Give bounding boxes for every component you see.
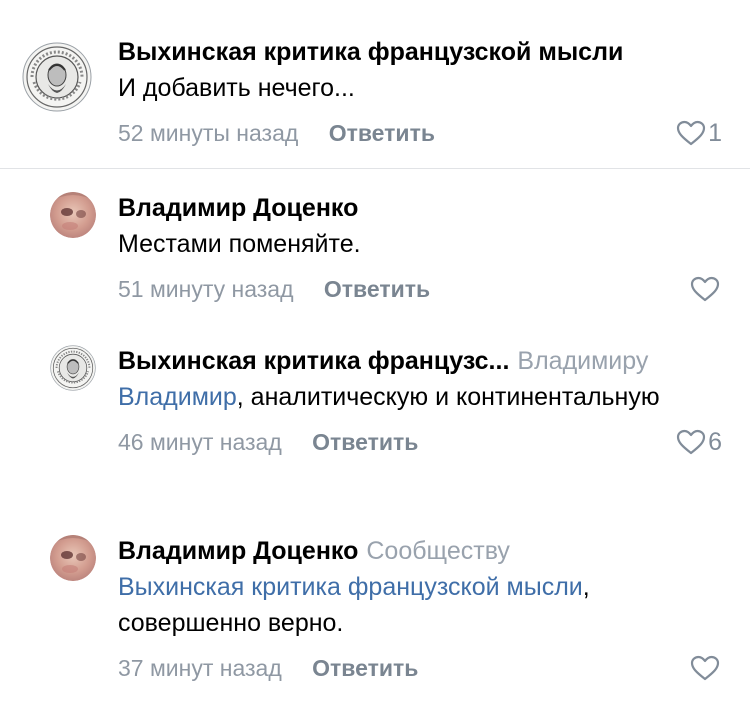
- heart-icon: [690, 655, 720, 681]
- comment-header: Выхинская критика французс... Владимиру: [118, 345, 722, 377]
- comment-text: Местами поменяйте.: [118, 226, 722, 262]
- reply-button[interactable]: Ответить: [312, 429, 418, 455]
- comment-text: Выхинская критика французской мысли, сов…: [118, 569, 722, 641]
- comment-time: 37 минут назад: [118, 655, 282, 681]
- like-button[interactable]: 6: [676, 427, 722, 457]
- comment-text: И добавить нечего...: [118, 70, 722, 106]
- community-avatar[interactable]: [22, 42, 92, 112]
- comment-body: Выхинская критика французской мысли И до…: [118, 36, 722, 148]
- community-avatar[interactable]: [50, 345, 96, 391]
- like-button[interactable]: 1: [676, 118, 722, 148]
- comment-time: 52 минуты назад: [118, 120, 299, 146]
- comment-text-content: И добавить нечего...: [118, 74, 355, 102]
- like-button[interactable]: [690, 274, 722, 304]
- like-count: 1: [708, 119, 722, 147]
- comment-body: Владимир Доценко Сообществу Выхинская кри…: [118, 535, 722, 683]
- reply-to-label[interactable]: Владимиру: [517, 347, 648, 375]
- comment-header: Выхинская критика французской мысли: [118, 36, 722, 68]
- community-seal-icon: [50, 345, 96, 391]
- comment-body: Владимир Доценко Местами поменяйте. 51 м…: [118, 192, 722, 304]
- reply-button[interactable]: Ответить: [312, 655, 418, 681]
- comment-time: 46 минут назад: [118, 429, 282, 455]
- comment-text: Владимир, аналитическую и континентальну…: [118, 379, 722, 415]
- like-button[interactable]: [690, 653, 722, 683]
- comment-header: Владимир Доценко: [118, 192, 722, 224]
- comment-author[interactable]: Владимир Доценко: [118, 537, 358, 565]
- comment-divider: [0, 168, 750, 169]
- heart-icon: [676, 120, 706, 146]
- user-photo-icon: [50, 535, 96, 581]
- comment-author[interactable]: Выхинская критика французс...: [118, 347, 509, 375]
- heart-icon: [676, 429, 706, 455]
- reply-button[interactable]: Ответить: [329, 120, 435, 146]
- reply-button[interactable]: Ответить: [324, 276, 430, 302]
- comment-author[interactable]: Выхинская критика французской мысли: [118, 38, 623, 66]
- user-photo-icon: [50, 192, 96, 238]
- user-avatar[interactable]: [50, 535, 96, 581]
- reply-to-label[interactable]: Сообществу: [366, 537, 510, 565]
- mention-link[interactable]: Владимир: [118, 383, 237, 411]
- comment-meta: 52 минуты назад Ответить 1: [118, 118, 722, 148]
- community-seal-icon: [22, 42, 92, 112]
- comment-author[interactable]: Владимир Доценко: [118, 194, 358, 222]
- comment-time: 51 минуту назад: [118, 276, 294, 302]
- comment-header: Владимир Доценко Сообществу: [118, 535, 722, 567]
- comment-text-content: Местами поменяйте.: [118, 230, 361, 258]
- comment-meta: 51 минуту назад Ответить: [118, 274, 722, 304]
- user-avatar[interactable]: [50, 192, 96, 238]
- comment-text-content: , аналитическую и континентальную: [236, 383, 660, 411]
- comment-meta: 46 минут назад Ответить 6: [118, 427, 722, 457]
- comment-body: Выхинская критика французс... Владимиру В…: [118, 345, 722, 457]
- mention-link[interactable]: Выхинская критика французской мысли: [118, 573, 583, 601]
- heart-icon: [690, 276, 720, 302]
- comment-meta: 37 минут назад Ответить: [118, 653, 722, 683]
- like-count: 6: [708, 428, 722, 456]
